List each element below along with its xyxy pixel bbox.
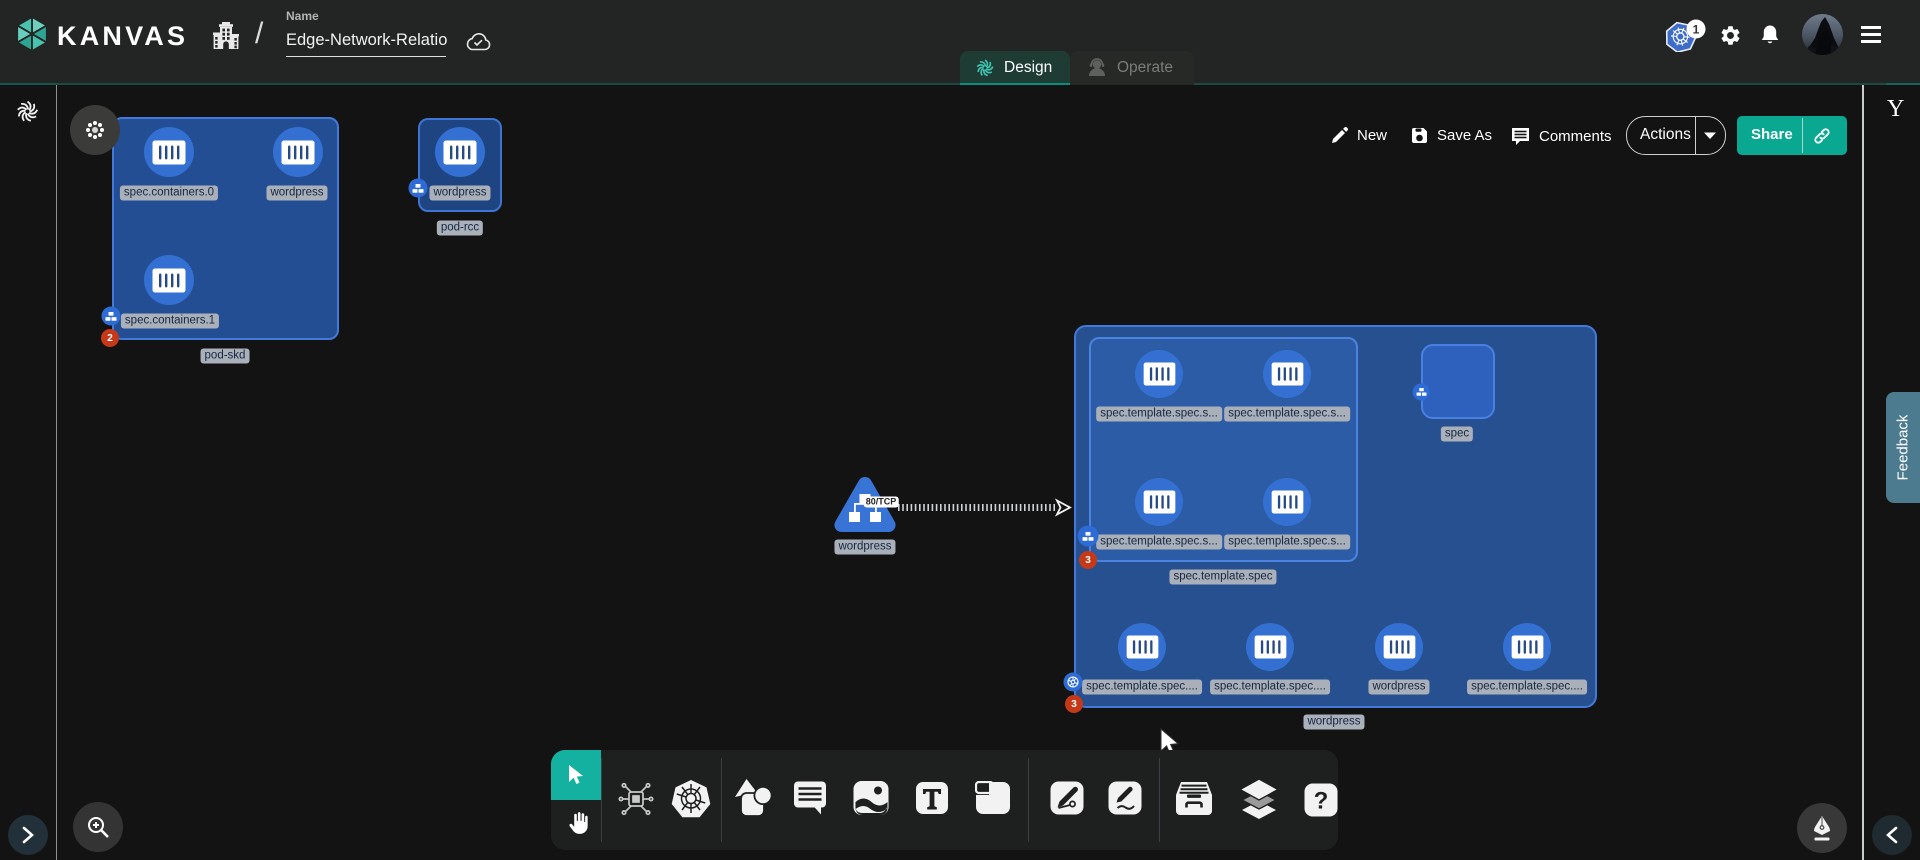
svg-text:?: ? xyxy=(1314,788,1329,815)
